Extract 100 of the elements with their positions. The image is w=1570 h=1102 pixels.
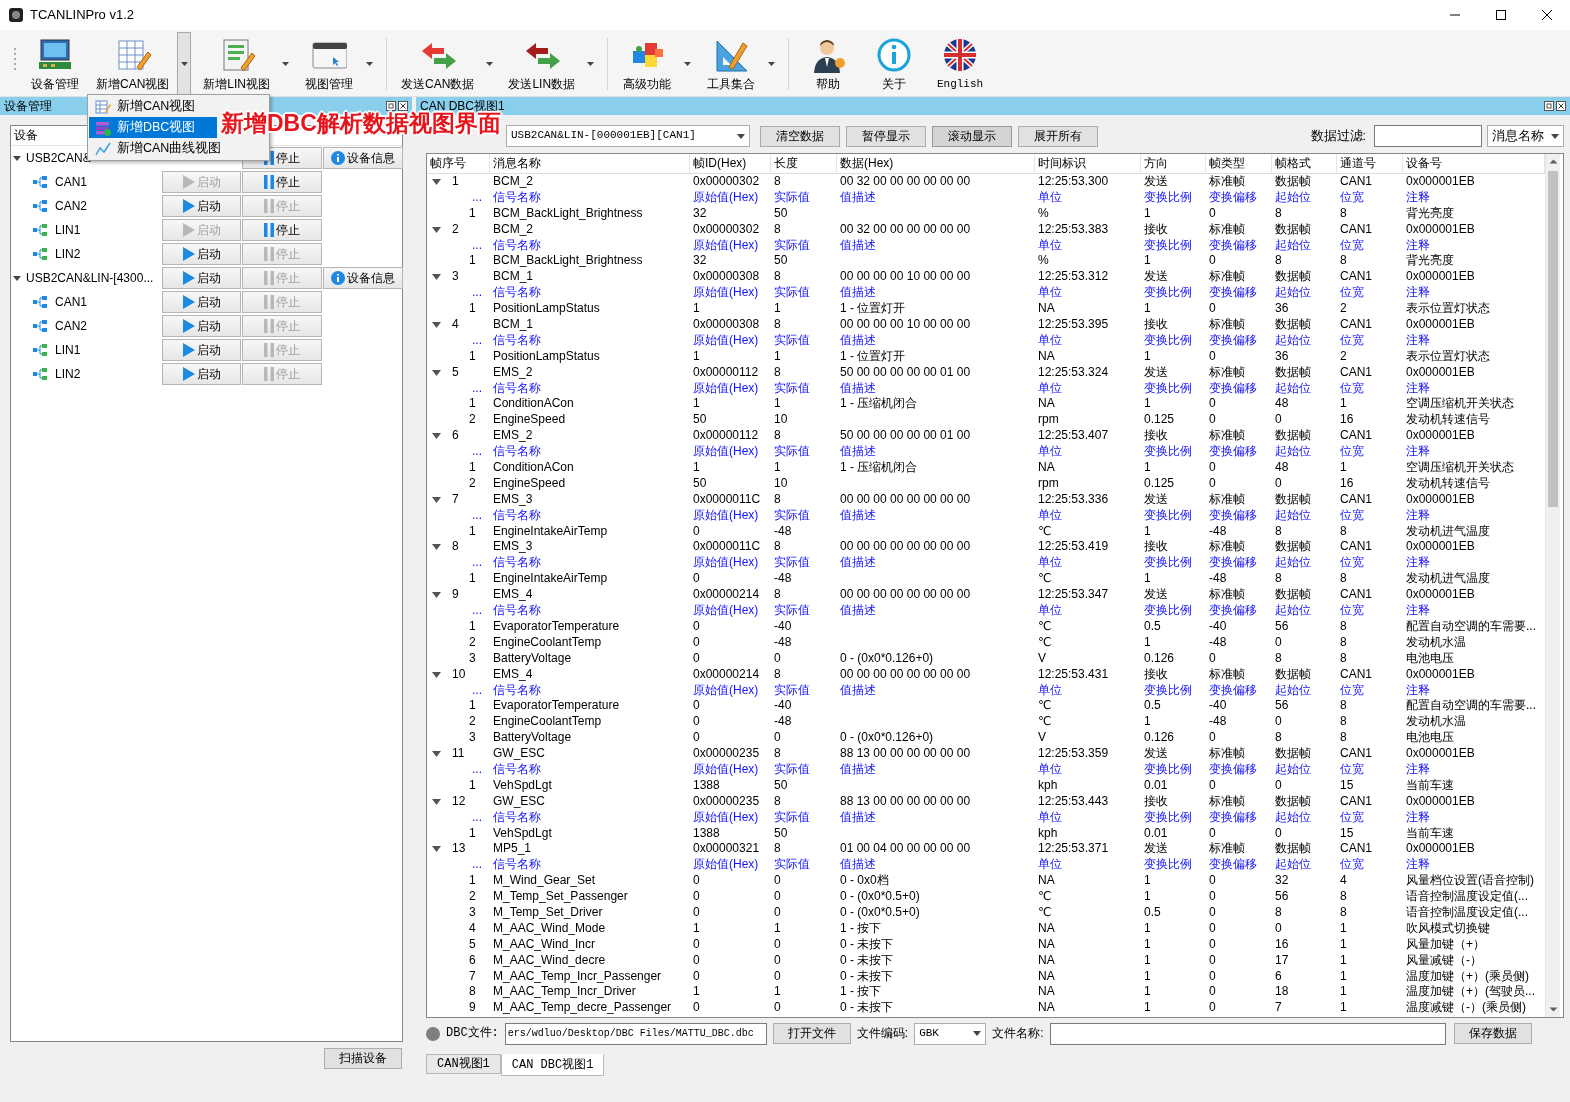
table-cell-text: 56 bbox=[1274, 618, 1290, 635]
caret-icon bbox=[683, 62, 691, 66]
info-button[interactable]: 设备信息 bbox=[323, 267, 403, 289]
menu-item[interactable]: 新增CAN曲线视图 bbox=[89, 138, 228, 159]
file-path-field[interactable]: ers/wdluo/Desktop/DBC Files/MATTU_DBC.dbc bbox=[504, 1022, 767, 1045]
view-tab[interactable]: CAN视图1 bbox=[426, 1054, 501, 1074]
scan-button[interactable]: 扫描设备 bbox=[324, 1048, 402, 1069]
table-cell-text: -48 bbox=[1208, 571, 1228, 588]
column-header[interactable]: 时间标识 bbox=[1035, 154, 1141, 173]
table-cell-text: 位宽 bbox=[1339, 332, 1365, 349]
table-cell-text: 12:25:53.312 bbox=[1037, 269, 1110, 286]
toolbar-button[interactable]: 工具集合 bbox=[698, 32, 765, 96]
caret-icon bbox=[281, 62, 289, 66]
stop-button[interactable]: 停止 bbox=[242, 171, 322, 193]
table-cell-text: 0 - (0x0*0.126+0) bbox=[839, 650, 935, 667]
toolbar-button[interactable]: 关于 bbox=[861, 32, 928, 96]
start-button[interactable]: 启动 bbox=[162, 195, 241, 217]
toolbar-button[interactable]: 滚动显示 bbox=[932, 125, 1012, 147]
column-header[interactable]: 帧类型 bbox=[1206, 154, 1272, 173]
toolbar-button[interactable]: 发送CAN数据 bbox=[393, 32, 483, 96]
toolbar-button[interactable]: 视图管理 bbox=[296, 32, 363, 96]
table-cell-text: 4 bbox=[468, 920, 477, 937]
window-title: TCANLINPro v1.2 bbox=[30, 7, 135, 23]
table-cell-text: CAN1 bbox=[1339, 174, 1373, 190]
table-cell-text: 位宽 bbox=[1339, 603, 1365, 619]
table-cell-text: 00 00 00 00 00 00 00 00 bbox=[839, 587, 972, 604]
table-cell-text: 1 - 位置灯开 bbox=[839, 348, 907, 365]
table-cell-text: ℃ bbox=[1037, 571, 1053, 588]
channel-name[interactable]: CAN1 bbox=[55, 174, 87, 190]
channel-name[interactable]: LIN1 bbox=[55, 342, 81, 358]
scrollbar[interactable] bbox=[1545, 154, 1560, 1017]
start-button[interactable]: 启动 bbox=[162, 243, 241, 265]
channel-name[interactable]: CAN2 bbox=[55, 318, 87, 334]
view-tab[interactable]: CAN DBC视图1 bbox=[500, 1054, 605, 1076]
table-cell-text: ... bbox=[471, 285, 483, 302]
start-button[interactable]: 启动 bbox=[162, 267, 241, 289]
toolbar-button[interactable]: 帮助 bbox=[795, 32, 862, 96]
start-button[interactable]: 启动 bbox=[162, 315, 241, 337]
start-button[interactable]: 启动 bbox=[162, 363, 241, 385]
table-cell-text: 变换比例 bbox=[1143, 237, 1193, 254]
column-header[interactable]: 数据(Hex) bbox=[837, 154, 1035, 173]
toolbar-button[interactable]: 设备管理 bbox=[22, 32, 88, 96]
scrollbar-thumb[interactable] bbox=[1548, 171, 1558, 507]
network-icon bbox=[33, 248, 47, 260]
channel-name[interactable]: CAN2 bbox=[55, 198, 87, 214]
channel-select[interactable]: USB2CAN&LIN-[000001EB][CAN1] bbox=[506, 125, 750, 147]
table-cell-text: 9 bbox=[451, 587, 459, 604]
table-cell-text: ... bbox=[471, 507, 483, 524]
column-header[interactable]: 方向 bbox=[1141, 154, 1206, 173]
menu-item[interactable]: 新增DBC视图 bbox=[89, 117, 217, 138]
channel-name[interactable]: LIN2 bbox=[55, 246, 81, 262]
table-cell-text: ℃ bbox=[1037, 714, 1053, 731]
filter-field[interactable] bbox=[1374, 125, 1482, 147]
table-cell-text: 单位 bbox=[1037, 857, 1063, 874]
table-cell-text: 1 bbox=[692, 920, 701, 937]
table-cell-text: 信号名称 bbox=[492, 555, 542, 572]
stop-button[interactable]: 停止 bbox=[242, 219, 322, 241]
table-cell-text: 48 bbox=[1274, 460, 1290, 476]
device-name[interactable]: USB2CAN& bbox=[26, 150, 91, 166]
filter-field-select[interactable]: 消息名称 bbox=[1487, 125, 1564, 147]
column-header[interactable]: 帧格式 bbox=[1272, 154, 1337, 173]
column-header[interactable]: 通道号 bbox=[1337, 154, 1403, 173]
table-cell-text: EngineIntakeAirTemp bbox=[492, 523, 609, 540]
column-header[interactable]: 帧序号 bbox=[427, 154, 490, 173]
channel-name[interactable]: CAN1 bbox=[55, 294, 87, 310]
encoding-select[interactable]: GBK bbox=[914, 1022, 987, 1045]
save-button[interactable]: 保存数据 bbox=[1453, 1023, 1532, 1044]
column-header[interactable]: 帧ID(Hex) bbox=[690, 154, 771, 173]
table-cell-text: 1 bbox=[1339, 952, 1348, 969]
table-cell-text: 1 bbox=[1339, 920, 1348, 937]
toolbar-button[interactable]: 发送LIN数据 bbox=[500, 32, 584, 96]
table-cell-text: 实际值 bbox=[773, 285, 811, 302]
toolbar-button[interactable]: 暂停显示 bbox=[846, 125, 926, 147]
table-cell-text: 0 bbox=[692, 952, 701, 969]
table-cell-text: 8 bbox=[1339, 634, 1348, 651]
table-cell-text: 值描述 bbox=[839, 682, 877, 699]
open-file-button[interactable]: 打开文件 bbox=[772, 1023, 851, 1044]
dropdown-button[interactable] bbox=[177, 32, 192, 96]
toolbar-button[interactable]: English bbox=[927, 32, 994, 96]
info-button[interactable]: 设备信息 bbox=[323, 147, 403, 169]
table-cell-text: 18 bbox=[1274, 984, 1290, 1001]
menu-item[interactable]: 新增CAN视图 bbox=[89, 96, 217, 117]
table-cell-text: 0x000001EB bbox=[1405, 269, 1476, 286]
toolbar-button[interactable]: 展开所有 bbox=[1018, 125, 1098, 147]
table-cell-text: 数据帧 bbox=[1274, 666, 1312, 683]
table-cell-text: 位宽 bbox=[1339, 682, 1365, 699]
start-button[interactable]: 启动 bbox=[162, 339, 241, 361]
toolbar-button[interactable]: 高级功能 bbox=[614, 32, 681, 96]
table-cell-text: 8 bbox=[773, 587, 782, 604]
start-button[interactable]: 启动 bbox=[162, 291, 241, 313]
table-cell-text: 风量档位设置(语音控制) bbox=[1405, 873, 1535, 890]
device-name[interactable]: USB2CAN&LIN-[4300... bbox=[26, 270, 154, 286]
column-header[interactable]: 长度 bbox=[771, 154, 837, 173]
file-name-field[interactable] bbox=[1049, 1022, 1446, 1045]
toolbar-button[interactable]: 清空数据 bbox=[760, 125, 840, 147]
channel-name[interactable]: LIN1 bbox=[55, 222, 81, 238]
column-header[interactable]: 消息名称 bbox=[490, 154, 690, 173]
table-cell-text: 位宽 bbox=[1339, 237, 1365, 254]
channel-name[interactable]: LIN2 bbox=[55, 366, 81, 382]
table-cell-text: 实际值 bbox=[773, 809, 811, 826]
